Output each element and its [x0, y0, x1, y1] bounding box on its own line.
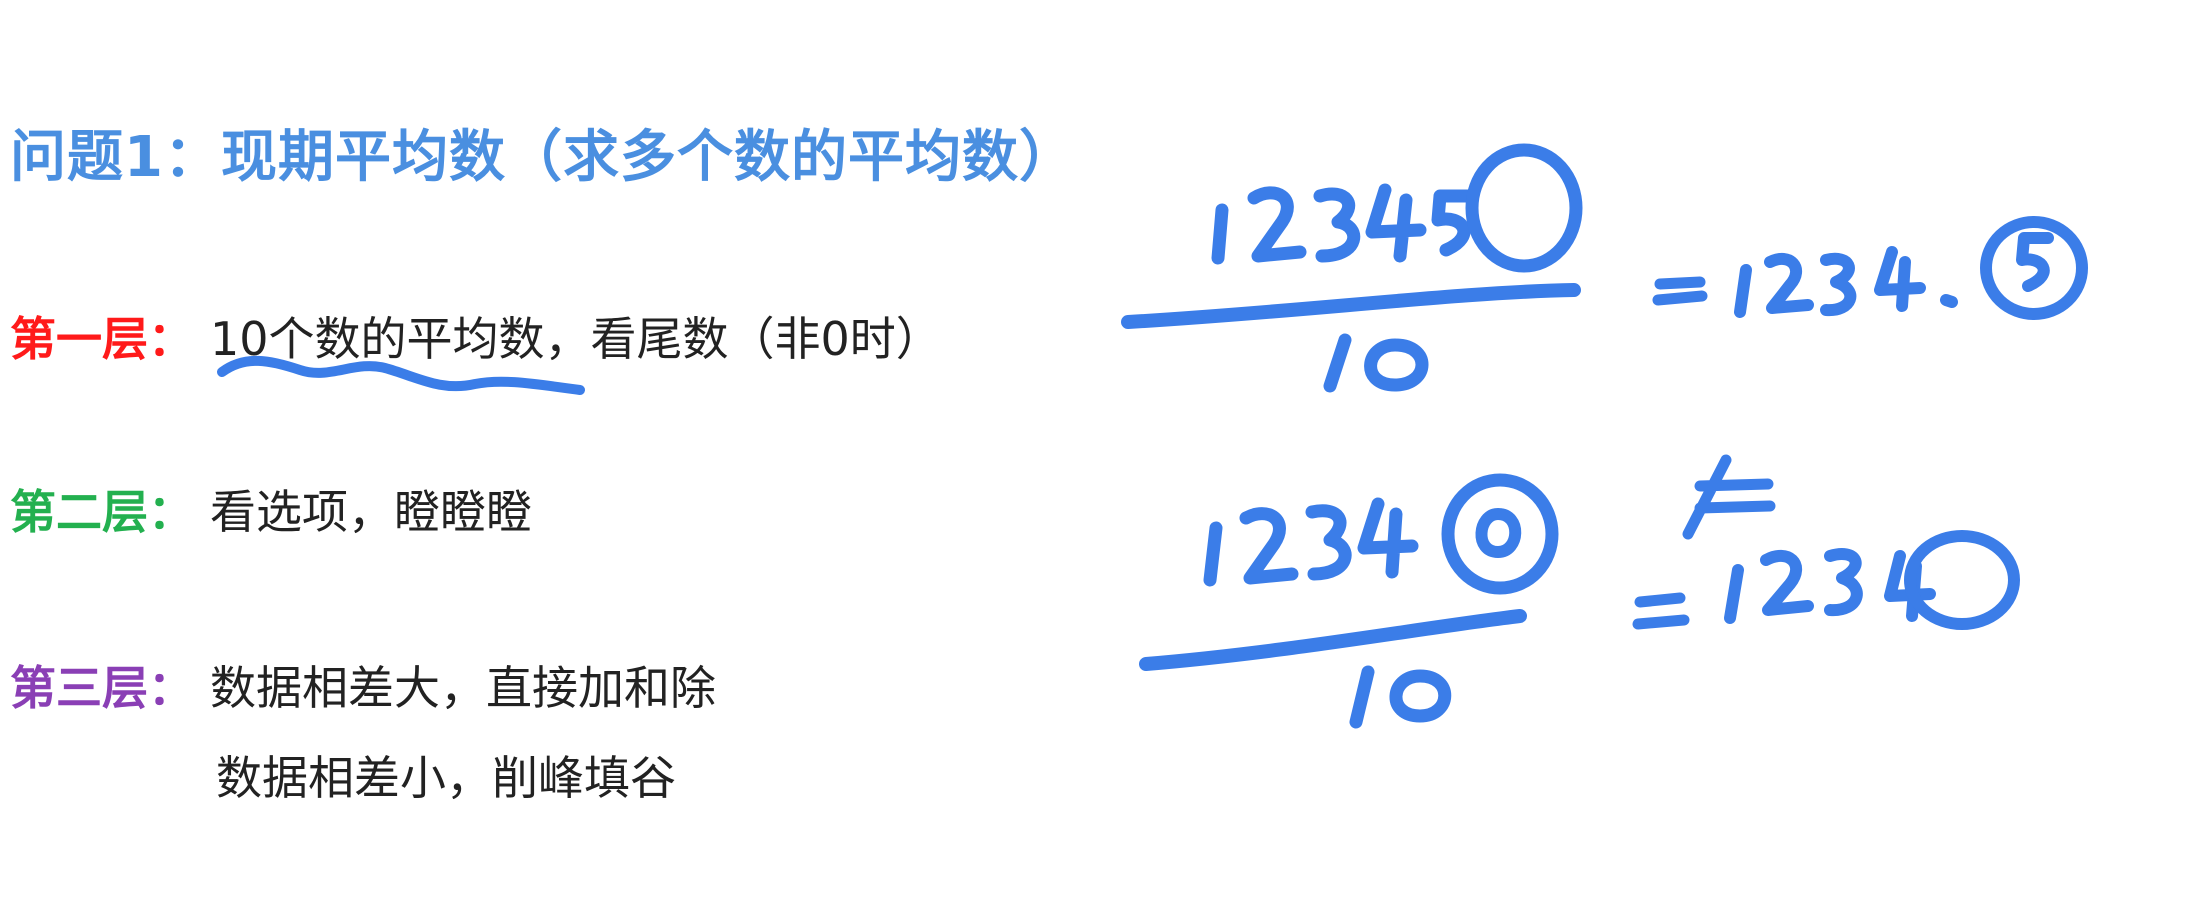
page-title: 问题1：现期平均数（求多个数的平均数） — [10, 125, 1076, 190]
circle-mark-2 — [1980, 216, 2088, 320]
level-3-text-line-1: 数据相差大，直接加和除 — [210, 661, 716, 715]
circle-mark-1 — [1465, 143, 1583, 273]
level-2-text: 看选项，瞪瞪瞪 — [210, 485, 532, 539]
level-1-label: 第一层： — [10, 312, 194, 366]
level-3-text-line-2: 数据相差小，削峰填谷 — [216, 751, 676, 805]
handwritten-example-1 — [1121, 143, 2088, 393]
circle-mark-3 — [1441, 473, 1559, 595]
handwritten-example-2 — [1139, 454, 2020, 729]
slide: 问题1：现期平均数（求多个数的平均数） 第一层： 10个数的平均数，看尾数（非0… — [0, 0, 2186, 924]
level-2-label: 第二层： — [10, 485, 194, 539]
level-3-label: 第三层： — [10, 661, 194, 715]
circle-mark-4 — [1904, 530, 2020, 630]
level-1-text: 10个数的平均数，看尾数（非0时） — [210, 312, 942, 366]
